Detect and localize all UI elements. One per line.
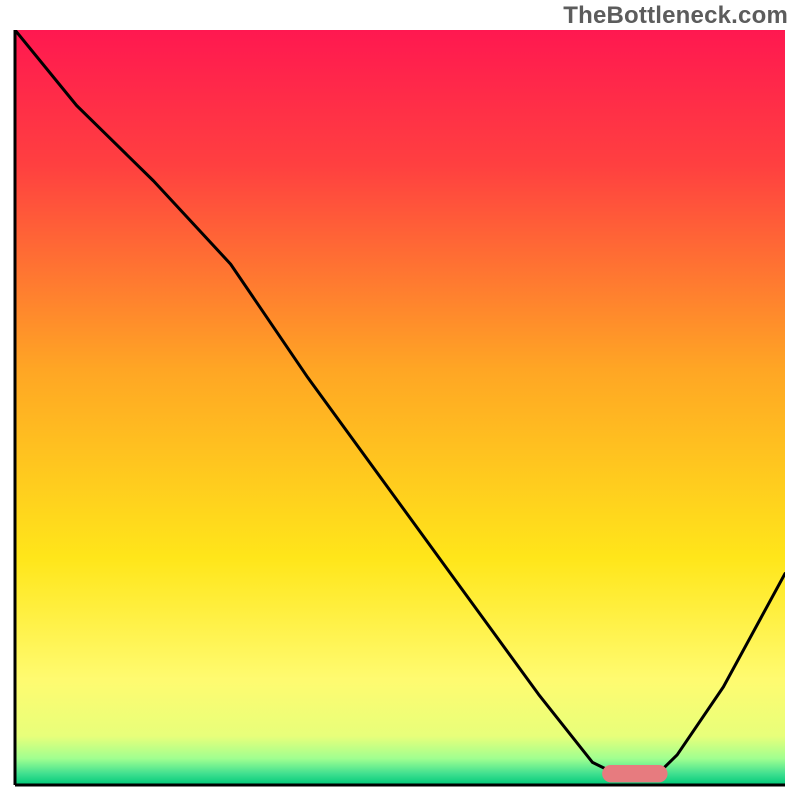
optimal-range-marker (602, 765, 667, 782)
bottleneck-chart (0, 0, 800, 800)
chart-frame: TheBottleneck.com (0, 0, 800, 800)
chart-background-gradient (15, 30, 785, 785)
